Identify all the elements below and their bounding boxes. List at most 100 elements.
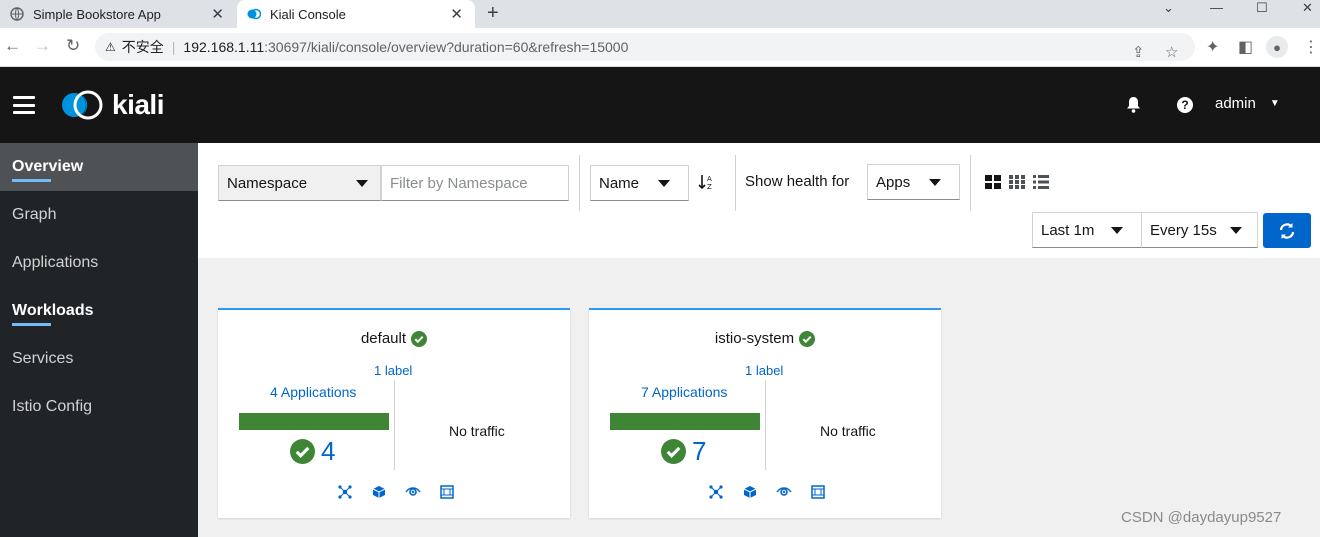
browser-tab-kiali[interactable]: Kiali Console ✕: [237, 0, 475, 28]
forward-icon[interactable]: →: [34, 36, 51, 56]
list-view-icon[interactable]: [1033, 175, 1049, 194]
sort-field-select[interactable]: Name: [590, 165, 689, 201]
url-field[interactable]: ⚠ 不安全 | 192.168.1.11:30697/kiali/console…: [95, 33, 1195, 61]
close-tab-icon[interactable]: ✕: [450, 5, 463, 23]
window-close-icon[interactable]: ✕: [1302, 0, 1313, 16]
security-label[interactable]: 不安全: [122, 37, 164, 57]
active-indicator: [12, 179, 51, 182]
user-menu[interactable]: admin ▼: [1215, 95, 1280, 112]
overview-toolbar: Namespace Filter by Namespace Name AZ Sh…: [198, 143, 1320, 258]
bookmark-star-icon[interactable]: ☆: [1165, 43, 1178, 61]
hover-indicator: [12, 323, 51, 326]
url-separator: |: [171, 39, 176, 55]
refresh-button[interactable]: [1263, 213, 1311, 248]
sidebar-item-applications[interactable]: Applications: [0, 239, 198, 287]
browser-tab-bookstore[interactable]: Simple Bookstore App ✕: [0, 0, 236, 28]
refresh-interval-select[interactable]: Every 15s: [1141, 212, 1258, 248]
sidebar-item-label: Workloads: [12, 302, 94, 319]
caret-down-icon: ▼: [1269, 98, 1280, 109]
health-bar: [610, 413, 760, 430]
namespace-links: [707, 483, 826, 500]
caret-down-icon: [1111, 227, 1123, 234]
svg-text:A: A: [707, 175, 712, 183]
healthy-count[interactable]: 4: [290, 436, 335, 467]
browser-tab-bar: Simple Bookstore App ✕ Kiali Console ✕ +…: [0, 0, 1320, 28]
labels-link[interactable]: 1 label: [374, 363, 412, 378]
sidebar-nav: Overview Graph Applications Workloads Se…: [0, 143, 198, 537]
duration-value: Last 1m: [1041, 221, 1095, 239]
workloads-icon[interactable]: [775, 483, 792, 500]
namespace-title: default: [218, 330, 570, 347]
svg-text:Z: Z: [707, 183, 712, 191]
filter-type-value: Namespace: [227, 174, 308, 192]
warning-icon[interactable]: ⚠: [105, 40, 116, 54]
reload-icon[interactable]: ↻: [66, 36, 80, 56]
namespace-filter-input[interactable]: Filter by Namespace: [381, 165, 569, 201]
healthy-count[interactable]: 7: [661, 436, 706, 467]
namespace-links: [336, 483, 455, 500]
labels-link[interactable]: 1 label: [745, 363, 783, 378]
graph-icon[interactable]: [336, 483, 353, 500]
compact-view-icon[interactable]: [1009, 175, 1025, 194]
profile-avatar-icon[interactable]: ●: [1266, 36, 1288, 58]
tab-search-icon[interactable]: ⌄: [1163, 0, 1174, 16]
sidebar-item-label: Graph: [12, 206, 57, 223]
sidebar-item-label: Services: [12, 350, 74, 367]
menu-kebab-icon[interactable]: ⋮: [1303, 37, 1319, 57]
caret-down-icon: [929, 179, 941, 186]
applications-icon[interactable]: [370, 483, 387, 500]
logo-text: kiali: [112, 89, 164, 120]
help-icon[interactable]: ?: [1177, 97, 1193, 113]
sidebar-item-label: Applications: [12, 254, 99, 271]
sort-direction-icon[interactable]: AZ: [698, 173, 714, 196]
istio-config-icon[interactable]: [809, 483, 826, 500]
sidepanel-icon[interactable]: ◧: [1238, 37, 1253, 57]
card-divider: [765, 380, 766, 470]
health-bar: [239, 413, 389, 430]
notifications-bell-icon[interactable]: [1126, 96, 1141, 118]
extensions-icon[interactable]: ✦: [1206, 37, 1219, 57]
sidebar-item-label: Istio Config: [12, 398, 93, 415]
share-icon[interactable]: ⇪: [1132, 43, 1145, 61]
divider: [735, 155, 736, 211]
watermark: CSDN @daydayup9527: [1121, 509, 1282, 526]
health-type-value: Apps: [876, 173, 911, 191]
health-type-select[interactable]: Apps: [867, 164, 960, 200]
sync-icon: [1279, 222, 1295, 239]
maximize-icon[interactable]: ☐: [1256, 0, 1268, 16]
card-divider: [394, 380, 395, 470]
back-icon[interactable]: ←: [4, 36, 21, 56]
sidebar-item-workloads[interactable]: Workloads: [0, 287, 198, 335]
divider: [970, 155, 971, 211]
globe-icon: [10, 7, 24, 21]
sidebar-item-services[interactable]: Services: [0, 335, 198, 383]
applications-icon[interactable]: [741, 483, 758, 500]
namespace-name[interactable]: istio-system: [715, 330, 794, 347]
graph-icon[interactable]: [707, 483, 724, 500]
close-tab-icon[interactable]: ✕: [211, 5, 224, 23]
namespace-card-default: default 1 label 4 Applications 4 No traf…: [218, 308, 570, 518]
traffic-status: No traffic: [449, 423, 505, 439]
applications-link[interactable]: 7 Applications: [641, 384, 727, 400]
kiali-logo-mark-icon: [62, 90, 103, 120]
hamburger-menu-icon[interactable]: [13, 96, 35, 114]
istio-config-icon[interactable]: [438, 483, 455, 500]
tab-title: Simple Bookstore App: [33, 6, 161, 22]
check-circle-icon: [799, 330, 816, 347]
filter-type-select[interactable]: Namespace: [218, 165, 381, 201]
expanded-view-icon[interactable]: [985, 175, 1001, 194]
workloads-icon[interactable]: [404, 483, 421, 500]
minimize-icon[interactable]: —: [1210, 0, 1223, 15]
sidebar-item-overview[interactable]: Overview: [0, 143, 198, 191]
applications-link[interactable]: 4 Applications: [270, 384, 356, 400]
namespace-name[interactable]: default: [361, 330, 406, 347]
check-circle-icon: [411, 330, 428, 347]
sidebar-item-graph[interactable]: Graph: [0, 191, 198, 239]
caret-down-icon: [1230, 227, 1242, 234]
duration-select[interactable]: Last 1m: [1032, 212, 1142, 248]
kiali-masthead: kiali ? admin ▼: [0, 67, 1320, 143]
check-circle-icon: [661, 439, 686, 464]
new-tab-icon[interactable]: +: [487, 2, 499, 25]
kiali-logo[interactable]: kiali: [60, 89, 164, 121]
sidebar-item-istio-config[interactable]: Istio Config: [0, 383, 198, 431]
